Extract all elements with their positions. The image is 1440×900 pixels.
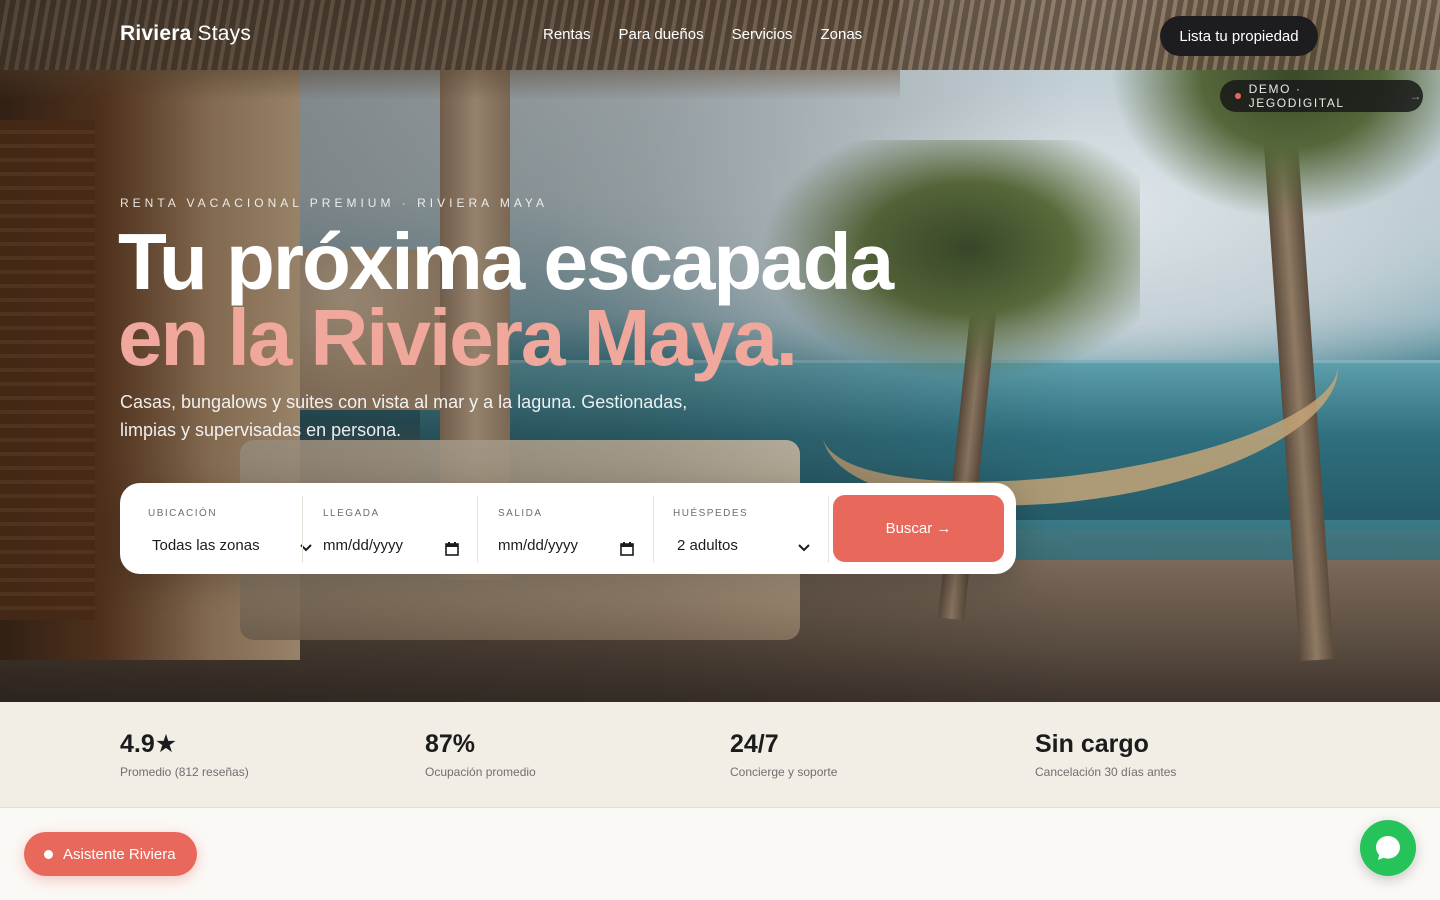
- assistant-label: Asistente Riviera: [63, 845, 176, 863]
- calendar-icon[interactable]: [445, 542, 459, 556]
- stat-rating: 4.9★ Promedio (812 reseñas): [120, 730, 249, 780]
- status-dot-icon: [44, 849, 53, 859]
- checkout-label: SALIDA: [498, 508, 543, 519]
- hero-title-line1: Tu próxima escapada: [118, 217, 894, 306]
- field-divider: [477, 496, 478, 563]
- checkin-placeholder: mm/dd/yyyy: [323, 537, 404, 554]
- stat-value: 24/7: [730, 730, 779, 758]
- location-label: UBICACIÓN: [148, 508, 218, 519]
- demo-badge[interactable]: DEMO · JEGODIGITAL →: [1220, 80, 1423, 112]
- brand-name-light: Stays: [197, 22, 252, 45]
- checkin-date-input[interactable]: LLEGADA mm/dd/yyyy: [323, 495, 463, 562]
- calendar-icon[interactable]: [620, 542, 634, 556]
- nav-item-rentas[interactable]: Rentas: [543, 26, 591, 43]
- whatsapp-chat-button[interactable]: [1360, 820, 1416, 876]
- location-value: Todas las zonas: [152, 537, 260, 554]
- chevron-down-icon: [798, 544, 810, 552]
- hero-title-line2: en la Riviera Maya.: [118, 293, 798, 382]
- checkin-label: LLEGADA: [323, 508, 380, 519]
- main-nav: Rentas Para dueños Servicios Zonas: [543, 26, 862, 43]
- whatsapp-chat-icon: [1376, 836, 1400, 860]
- demo-dot-icon: [1235, 93, 1241, 99]
- demo-label: DEMO · JEGODIGITAL: [1248, 82, 1345, 110]
- field-divider: [302, 496, 303, 563]
- guests-value: 2 adultos: [677, 537, 738, 554]
- stat-value: 4.9★: [120, 730, 178, 758]
- search-button[interactable]: Buscar →: [833, 495, 1004, 562]
- stat-value: 87%: [425, 730, 476, 758]
- list-property-button[interactable]: Lista tu propiedad: [1160, 16, 1318, 56]
- guests-select[interactable]: HUÉSPEDES 2 adultos: [673, 495, 813, 562]
- stat-support: 24/7 Concierge y soporte: [730, 730, 838, 780]
- stat-caption: Ocupación promedio: [425, 765, 536, 779]
- search-bar: UBICACIÓN Todas las zonas LLEGADA mm/dd/…: [120, 483, 1016, 574]
- location-select[interactable]: UBICACIÓN Todas las zonas: [148, 495, 312, 562]
- checkout-date-input[interactable]: SALIDA mm/dd/yyyy: [498, 495, 638, 562]
- nav-item-zonas[interactable]: Zonas: [820, 26, 862, 43]
- stat-caption: Concierge y soporte: [730, 765, 838, 779]
- arrow-right-icon: →: [1409, 89, 1423, 103]
- hero-subtitle: Casas, bungalows y suites con vista al m…: [120, 392, 688, 440]
- stat-caption: Cancelación 30 días antes: [1035, 765, 1177, 779]
- stat-occupancy: 87% Ocupación promedio: [425, 730, 536, 780]
- checkout-placeholder: mm/dd/yyyy: [498, 537, 579, 554]
- stats-bar: 4.9★ Promedio (812 reseñas) 87% Ocupació…: [0, 702, 1440, 808]
- brand-name-bold: Riviera: [120, 22, 192, 45]
- brand-logo[interactable]: Riviera Stays: [120, 22, 251, 46]
- assistant-chat-button[interactable]: Asistente Riviera: [24, 832, 197, 876]
- nav-item-servicios[interactable]: Servicios: [732, 26, 793, 43]
- guests-label: HUÉSPEDES: [673, 508, 749, 519]
- field-divider: [828, 496, 829, 563]
- stat-cancellation: Sin cargo Cancelación 30 días antes: [1035, 730, 1177, 780]
- nav-item-para-duenos[interactable]: Para dueños: [619, 26, 704, 43]
- hero-kicker: RENTA VACACIONAL PREMIUM · RIVIERA MAYA: [120, 196, 549, 210]
- field-divider: [653, 496, 654, 563]
- stat-value: Sin cargo: [1035, 730, 1149, 758]
- stat-caption: Promedio (812 reseñas): [120, 765, 249, 779]
